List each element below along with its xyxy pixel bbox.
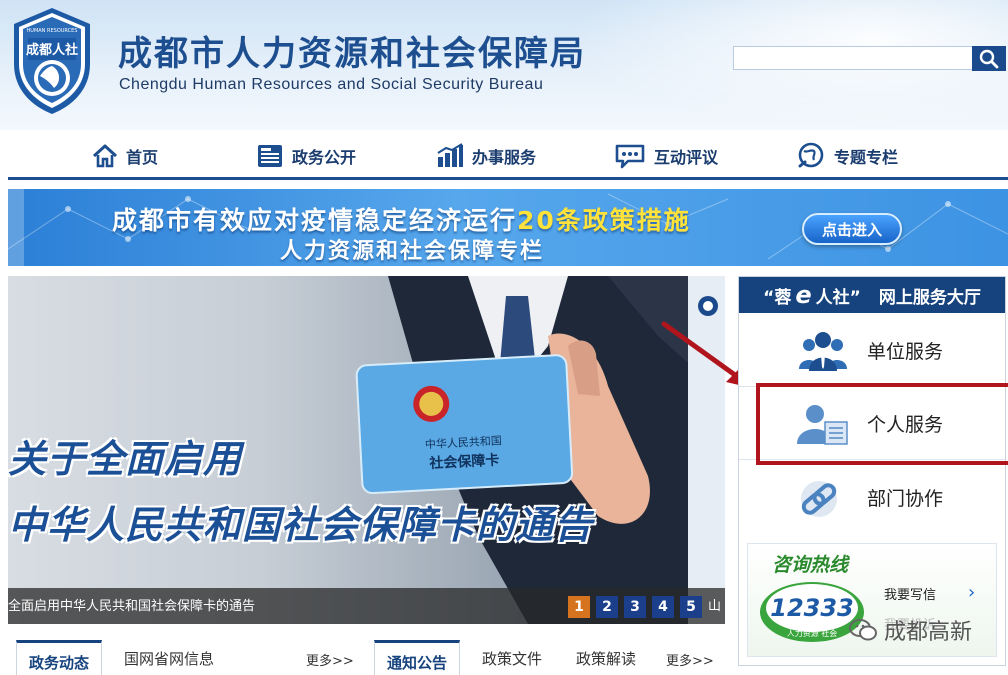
link-icon bbox=[801, 481, 837, 517]
slide-caption[interactable]: 全面启用中华人民共和国社会保障卡的通告 bbox=[8, 595, 255, 614]
banner-headline-highlight: 20条政策措施 bbox=[517, 206, 691, 235]
news-icon bbox=[258, 145, 282, 167]
red-highlight-box bbox=[756, 383, 1008, 465]
slide-page-3[interactable]: 3 bbox=[623, 596, 646, 618]
home-icon bbox=[92, 144, 118, 168]
group-users-icon bbox=[799, 332, 847, 371]
wechat-watermark: 成都高新 bbox=[848, 614, 972, 646]
nav-label: 首页 bbox=[126, 148, 159, 167]
tab-policy-docs[interactable]: 政策文件 bbox=[482, 648, 542, 669]
nav-item-interaction[interactable]: 互动评议 bbox=[614, 140, 718, 172]
service-hall-title: “蓉 e 人社” 网上服务大厅 bbox=[739, 277, 1005, 313]
service-label: 部门协作 bbox=[867, 487, 944, 510]
site-header: 成都人社 HUMAN RESOURCES 成都市人力资源和社会保障局 Cheng… bbox=[0, 0, 1008, 130]
tab-network-info[interactable]: 国网省网信息 bbox=[124, 648, 214, 669]
write-letter-link[interactable]: 我要写信 bbox=[884, 584, 936, 603]
nav-label: 互动评议 bbox=[654, 148, 719, 167]
slide-headline-2: 中华人民共和国社会保障卡的通告 bbox=[8, 503, 594, 547]
nav-item-gov-affairs[interactable]: 政务公开 bbox=[256, 140, 356, 172]
service-label: 单位服务 bbox=[867, 341, 944, 363]
slide-page-2[interactable]: 2 bbox=[595, 596, 618, 618]
logo-text: 成都人社 bbox=[26, 42, 78, 58]
title-suffix: 人社” bbox=[815, 287, 861, 308]
service-unit[interactable]: 单位服务 bbox=[739, 315, 1005, 387]
watermark-text: 成都高新 bbox=[884, 620, 973, 645]
nav-item-services[interactable]: 办事服务 bbox=[436, 140, 536, 172]
chevron-right-icon[interactable]: › bbox=[968, 582, 975, 603]
nav-underline bbox=[8, 177, 1008, 180]
slide-page-4[interactable]: 4 bbox=[651, 596, 674, 618]
tab-gov-news[interactable]: 政务动态 bbox=[16, 640, 103, 675]
logo-ring-text: HUMAN RESOURCES bbox=[27, 28, 78, 34]
hotline-title: 咨询热线 bbox=[772, 554, 849, 576]
news-tabs: 政务动态 国网省网信息 更多>> 通知公告 政策文件 政策解读 更多>> bbox=[8, 640, 728, 675]
slide-headline-1: 关于全面启用 bbox=[8, 437, 243, 481]
hotline-badge-sub: 人力资源 社会 bbox=[787, 628, 838, 638]
banner-headline: 成都市有效应对疫情稳定经济运行20条政策措施 bbox=[112, 201, 691, 237]
wechat-icon bbox=[849, 619, 877, 641]
bar-chart-icon bbox=[437, 143, 463, 167]
nav-label: 办事服务 bbox=[472, 148, 537, 167]
more-link-right[interactable]: 更多>> bbox=[666, 650, 714, 669]
search-icon bbox=[979, 49, 999, 68]
site-title-english: Chengdu Human Resources and Social Secur… bbox=[119, 76, 544, 93]
hotline-number: 12333 bbox=[770, 594, 854, 622]
nav-label: 政务公开 bbox=[292, 148, 357, 167]
banner-subheadline: 人力资源和社会保障专栏 bbox=[280, 239, 545, 264]
slide-page-5[interactable]: 5 bbox=[679, 596, 702, 618]
title-rest: 网上服务大厅 bbox=[878, 287, 981, 308]
slide-overflow-glyph: 山 bbox=[707, 599, 721, 614]
title-prefix: “蓉 bbox=[763, 287, 792, 308]
news-slider[interactable]: 中华人民共和国 社会保障卡 关于全面启用 中华人民共和国社会保障卡的通告 全面启… bbox=[8, 276, 725, 624]
slide-page-1[interactable]: 1 bbox=[567, 596, 590, 618]
globe-icon bbox=[798, 142, 824, 168]
nav-item-home[interactable]: 首页 bbox=[92, 140, 158, 172]
bureau-logo[interactable]: 成都人社 HUMAN RESOURCES bbox=[6, 4, 98, 116]
chat-icon bbox=[615, 144, 645, 169]
slide-pagination: 1 2 3 4 5 山 bbox=[567, 596, 721, 618]
more-link-left[interactable]: 更多>> bbox=[306, 650, 354, 669]
policy-banner[interactable]: 成都市有效应对疫情稳定经济运行20条政策措施 人力资源和社会保障专栏 点击进入 bbox=[8, 189, 1008, 266]
banner-enter-button[interactable]: 点击进入 bbox=[802, 213, 902, 245]
title-e-letter: e bbox=[795, 281, 812, 309]
banner-headline-main: 成都市有效应对疫情稳定经济运行 bbox=[112, 206, 518, 235]
site-title: 成都市人力资源和社会保障局 bbox=[118, 34, 586, 74]
tab-notices[interactable]: 通知公告 bbox=[374, 640, 461, 675]
search-button[interactable] bbox=[972, 46, 1006, 71]
tab-policy-interpretation[interactable]: 政策解读 bbox=[576, 648, 636, 669]
nav-label: 专题专栏 bbox=[834, 148, 899, 167]
search-input[interactable] bbox=[733, 46, 973, 70]
nav-item-topics[interactable]: 专题专栏 bbox=[796, 140, 898, 172]
main-nav: 首页 政务公开 办事服务 互动评议 专题专栏 bbox=[0, 132, 1008, 180]
service-department[interactable]: 部门协作 bbox=[739, 461, 1005, 533]
online-service-hall: “蓉 e 人社” 网上服务大厅 单位服务 个人服务 部门协作 咨询热线 1233… bbox=[738, 276, 1006, 666]
